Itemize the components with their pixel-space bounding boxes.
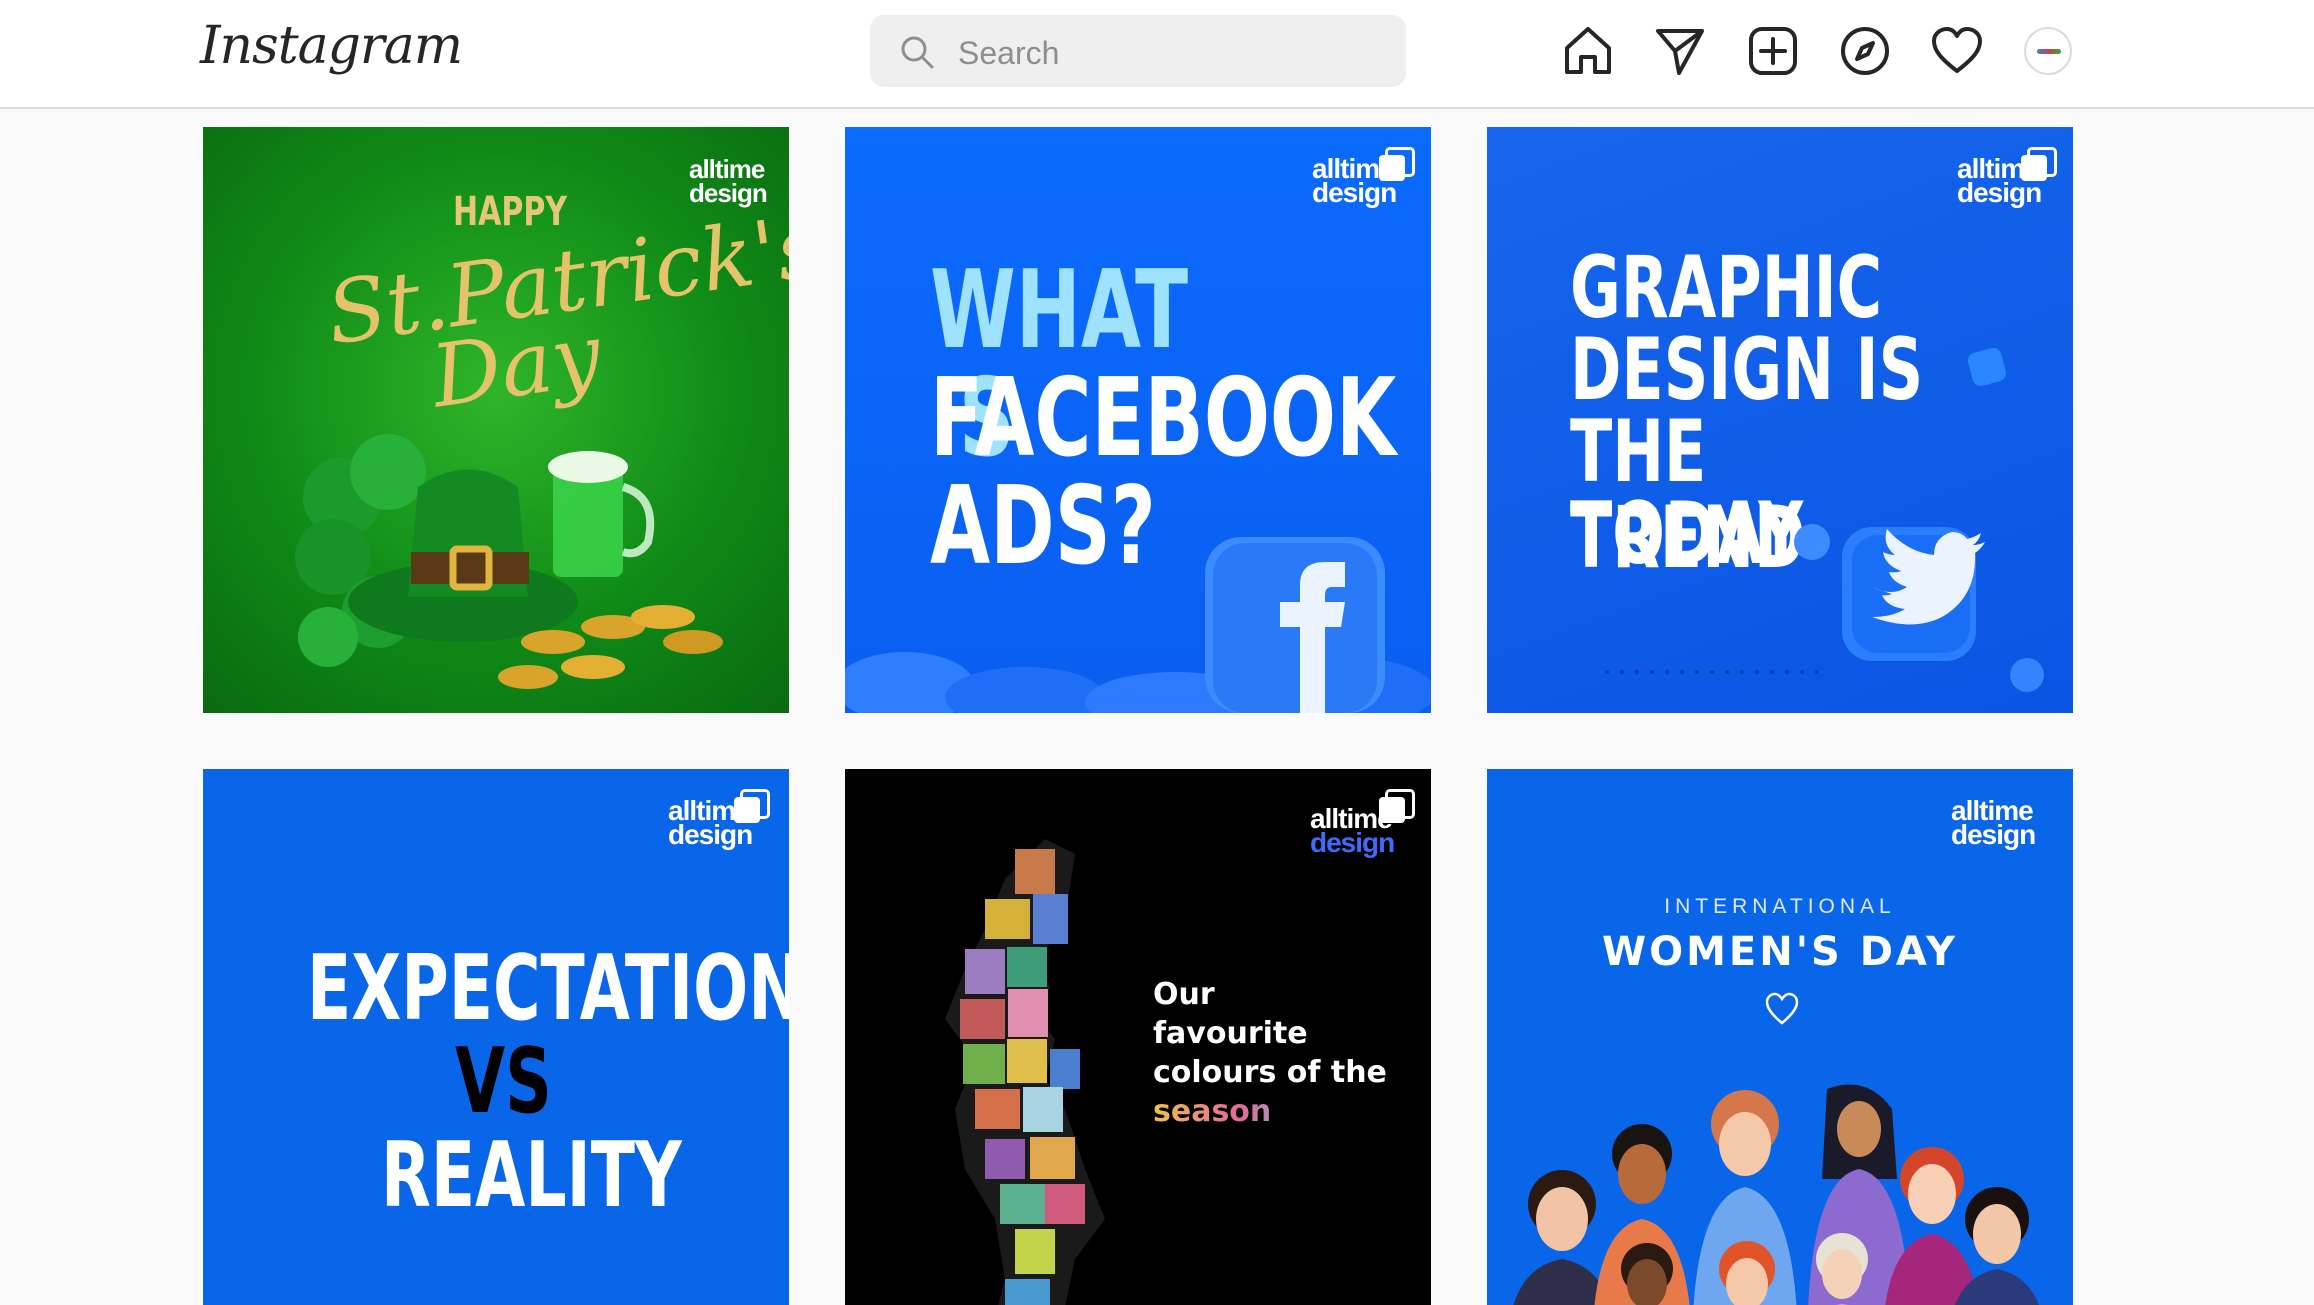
instagram-logo[interactable]: Instagram: [200, 16, 463, 76]
search-icon: [901, 36, 934, 69]
activity-icon[interactable]: [1930, 24, 1984, 78]
search-input[interactable]: Search: [870, 15, 1406, 87]
post-tile-st-patricks-day[interactable]: alltime design HAPPY St.Patrick's Day: [203, 127, 789, 713]
post-tile-facebook-ads[interactable]: alltime design WHAT IS FACEBOOK ADS?: [845, 127, 1431, 713]
post-headline-line1: EXPECTATION: [307, 936, 789, 1041]
post-headline-line2: VS: [455, 1029, 552, 1134]
profile-avatar[interactable]: [2024, 27, 2072, 75]
post-headline-womens-day: WOMEN'S DAY: [1601, 929, 1958, 975]
post-tile-international-womens-day[interactable]: alltime design INTERNATIONAL WOMEN'S DAY: [1487, 769, 2073, 1305]
avatar-logo: [2037, 49, 2061, 54]
women-group-illustration: [1513, 1084, 2039, 1305]
post-caption-text: Our favourite colours of the season: [1153, 975, 1413, 1131]
explore-icon[interactable]: [1838, 24, 1892, 78]
search-placeholder: Search: [958, 35, 1060, 71]
post-headline-line2: FACEBOOK: [930, 356, 1397, 481]
post-headline-line3: REALITY: [381, 1123, 682, 1228]
brand-logo: alltime design: [1951, 795, 2036, 850]
post-tile-graphic-design-trend[interactable]: alltime design GRAPHIC DESIGN IS THE TRE…: [1487, 127, 2073, 713]
post-text-international: INTERNATIONAL: [1664, 895, 1896, 918]
post-tile-expectation-vs-reality[interactable]: alltime design EXPECTATION VS REALITY: [203, 769, 789, 1305]
multiple-images-icon: [1379, 147, 1415, 181]
top-navigation-bar: Instagram Search: [0, 0, 2314, 109]
new-post-icon[interactable]: [1746, 24, 1800, 78]
multiple-images-icon: [734, 789, 770, 823]
post-text-happy: HAPPY: [453, 189, 568, 235]
home-icon[interactable]: [1561, 24, 1615, 78]
post-tile-favourite-colours[interactable]: alltime design Our favourite colours of …: [845, 769, 1431, 1305]
post-text-st-patricks: St.Patrick's Day: [320, 196, 789, 428]
brand-logo: alltime design: [689, 154, 768, 208]
direct-messages-icon[interactable]: [1653, 24, 1707, 78]
twitter-logo-illustration: [1605, 347, 2044, 692]
multiple-images-icon: [1379, 789, 1415, 823]
facebook-logo-illustration: [845, 537, 1431, 713]
leprechaun-hat-illustration: [295, 434, 723, 689]
heart-outline-icon: [1765, 992, 1799, 1025]
colorful-profile-illustration: [945, 839, 1105, 1305]
